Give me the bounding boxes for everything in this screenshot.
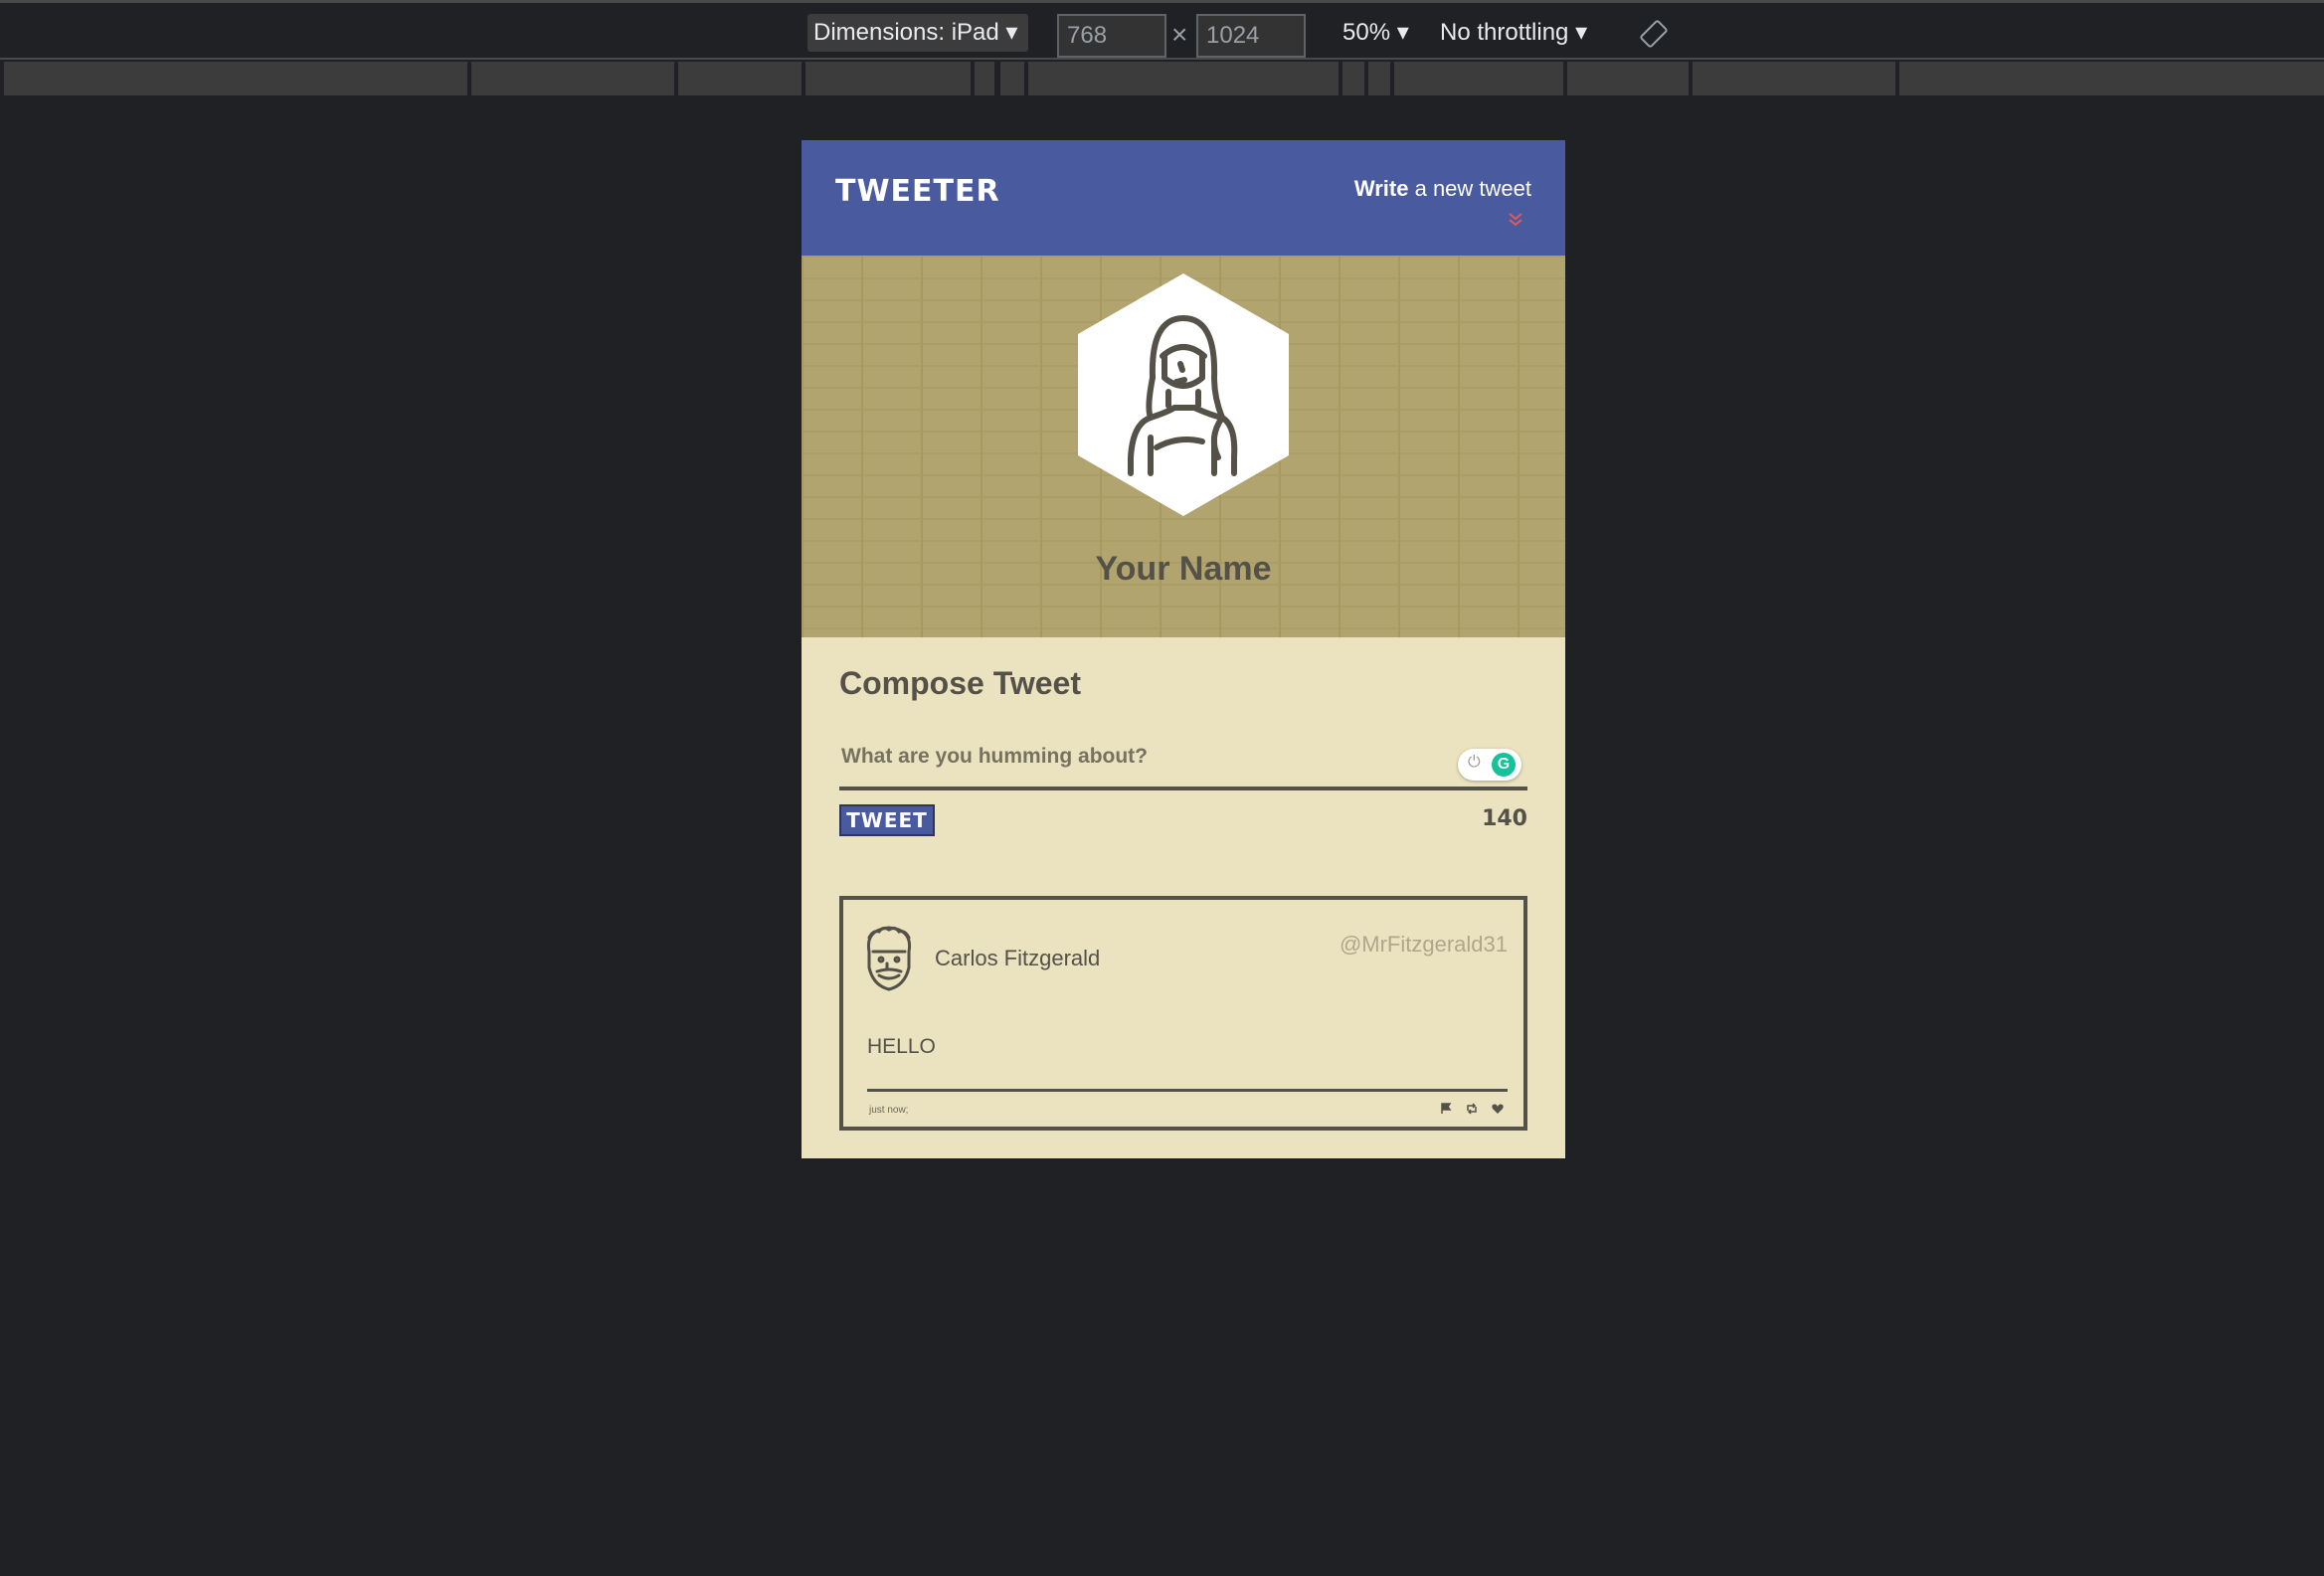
ruler-segment[interactable] [805, 62, 971, 95]
heart-icon[interactable] [1492, 1103, 1504, 1115]
media-query-ruler [0, 62, 2324, 97]
throttling-select[interactable]: No throttling ▾ [1434, 14, 1593, 52]
ruler-segment[interactable] [1342, 62, 1364, 95]
grammarly-widget[interactable]: ⏻ G [1458, 749, 1521, 781]
write-label-bold: Write [1353, 176, 1409, 201]
dimension-separator: × [1171, 19, 1188, 50]
profile-avatar [1078, 273, 1289, 516]
zoom-select[interactable]: 50% ▾ [1337, 14, 1415, 52]
flag-icon[interactable] [1440, 1103, 1452, 1115]
tweet-divider [867, 1089, 1508, 1092]
tweet-actions [1440, 1103, 1504, 1115]
write-tweet-toggle[interactable]: Write a new tweet [1354, 176, 1531, 202]
ruler-segment[interactable] [1693, 62, 1895, 95]
tweet-author-name: Carlos Fitzgerald [935, 946, 1101, 970]
woman-avatar-icon [1128, 315, 1238, 476]
viewport-width-input[interactable] [1057, 14, 1166, 58]
tweet-submit-button[interactable]: TWEET [839, 804, 935, 836]
ruler-segment[interactable] [1567, 62, 1689, 95]
ruler-segment[interactable] [471, 62, 674, 95]
character-counter: 140 [1482, 806, 1527, 831]
grammarly-icon[interactable]: G [1492, 753, 1516, 777]
devtools-toolbar: Dimensions: iPad ▾ × 50% ▾ No throttling… [0, 0, 2324, 60]
ruler-segment[interactable] [1394, 62, 1563, 95]
ruler-segment[interactable] [1899, 62, 2324, 95]
ruler-segment[interactable] [4, 62, 467, 95]
profile-header: Your Name [802, 256, 1565, 637]
retweet-icon[interactable] [1466, 1103, 1478, 1115]
app-logo[interactable]: TWEETER [835, 174, 1000, 209]
write-label-rest: a new tweet [1414, 176, 1531, 201]
power-icon[interactable]: ⏻ [1468, 754, 1481, 772]
ruler-segment[interactable] [678, 62, 802, 95]
tweet-timestamp: just now; [869, 1105, 909, 1116]
tweet-author-handle: @MrFitzgerald31 [1339, 932, 1508, 957]
double-chevron-down-icon[interactable] [1508, 212, 1523, 228]
tweet-textarea[interactable] [839, 727, 1527, 790]
profile-name: Your Name [1095, 550, 1272, 588]
navbar: TWEETER Write a new tweet [802, 140, 1565, 256]
device-viewport: TWEETER Write a new tweet Your Name Comp… [802, 140, 1565, 1158]
ruler-segment[interactable] [1368, 62, 1390, 95]
ruler-segment[interactable] [1028, 62, 1339, 95]
compose-title: Compose Tweet [839, 665, 1081, 701]
tweet-content: HELLO [867, 1035, 936, 1058]
tweet-card: Carlos Fitzgerald @MrFitzgerald31 HELLO … [839, 896, 1527, 1131]
ruler-segment[interactable] [1000, 62, 1024, 95]
device-dimensions-select[interactable]: Dimensions: iPad ▾ [807, 14, 1028, 52]
viewport-height-input[interactable] [1196, 14, 1306, 58]
rotate-icon[interactable] [1639, 19, 1669, 49]
ruler-segment[interactable] [975, 62, 994, 95]
man-avatar-icon [866, 926, 912, 991]
